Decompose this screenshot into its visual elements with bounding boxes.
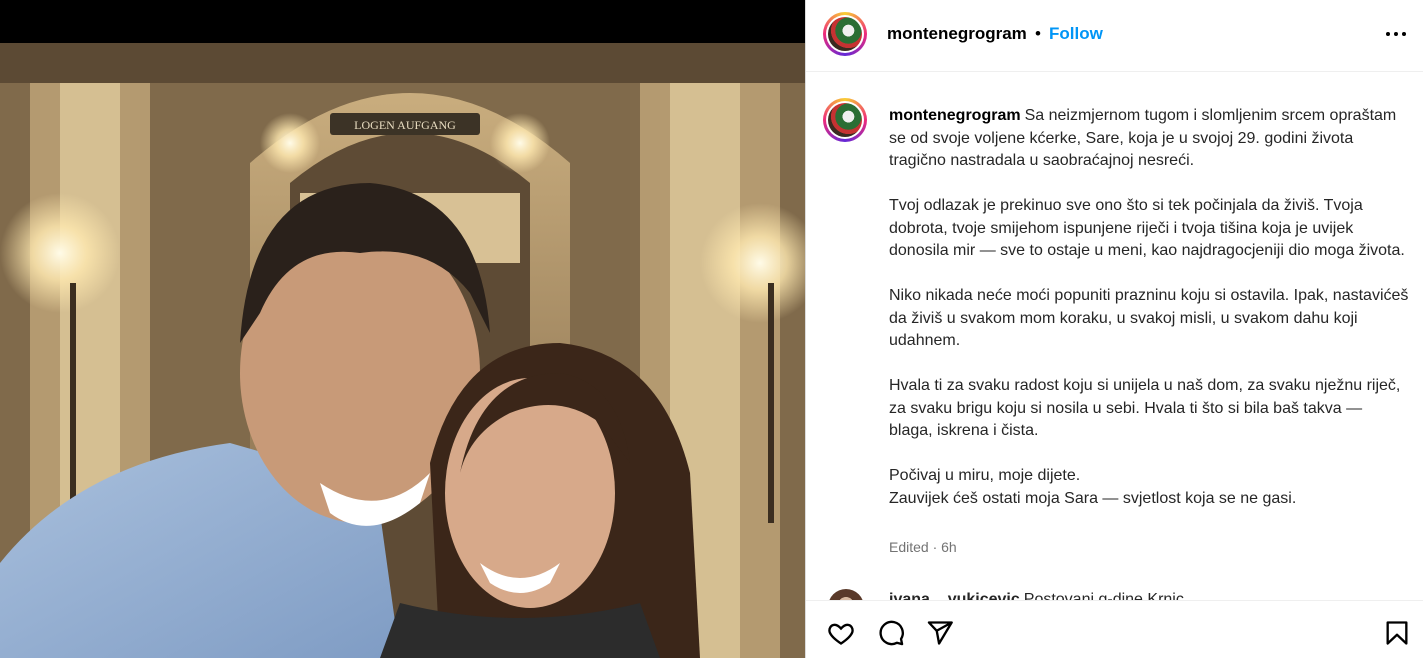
author-avatar[interactable]: [823, 12, 867, 56]
author-username[interactable]: montenegrogram: [887, 24, 1027, 44]
action-bar: [806, 600, 1423, 658]
caption-paragraph-2: Tvoj odlazak je prekinuo sve ono što si …: [889, 197, 1405, 259]
post-caption: montenegrogram Sa neizmjernom tugom i slo…: [806, 72, 1423, 600]
heart-icon[interactable]: [827, 619, 855, 647]
caption-paragraph-3: Niko nikada neće moći popuniti prazninu …: [889, 287, 1409, 349]
post-meta: Edited · 6h: [889, 539, 957, 555]
comment-icon[interactable]: [877, 619, 905, 647]
more-horizontal-icon[interactable]: [1382, 20, 1410, 48]
bookmark-icon[interactable]: [1383, 619, 1411, 647]
follow-button[interactable]: Follow: [1049, 24, 1103, 44]
separator-dot: •: [1035, 24, 1041, 43]
caption-paragraph-5b: Zauvijek ćeš ostati moja Sara — svjetlos…: [889, 489, 1297, 507]
post-header: montenegrogram • Follow: [806, 0, 1423, 72]
sign-text: LOGEN AUFGANG: [354, 118, 456, 132]
caption-username[interactable]: montenegrogram: [889, 107, 1021, 124]
post-photo[interactable]: LOGEN AUFGANG: [0, 43, 805, 658]
post-sidebar: montenegrogram • Follow montenegrogram Sa…: [805, 0, 1423, 658]
caption-paragraph-4: Hvala ti za svaku radost koju si unijela…: [889, 377, 1401, 439]
post-media[interactable]: LOGEN AUFGANG: [0, 0, 805, 658]
share-icon[interactable]: [926, 619, 954, 647]
caption-avatar[interactable]: [823, 98, 867, 142]
caption-paragraph-5a: Počivaj u miru, moje dijete.: [889, 467, 1081, 484]
